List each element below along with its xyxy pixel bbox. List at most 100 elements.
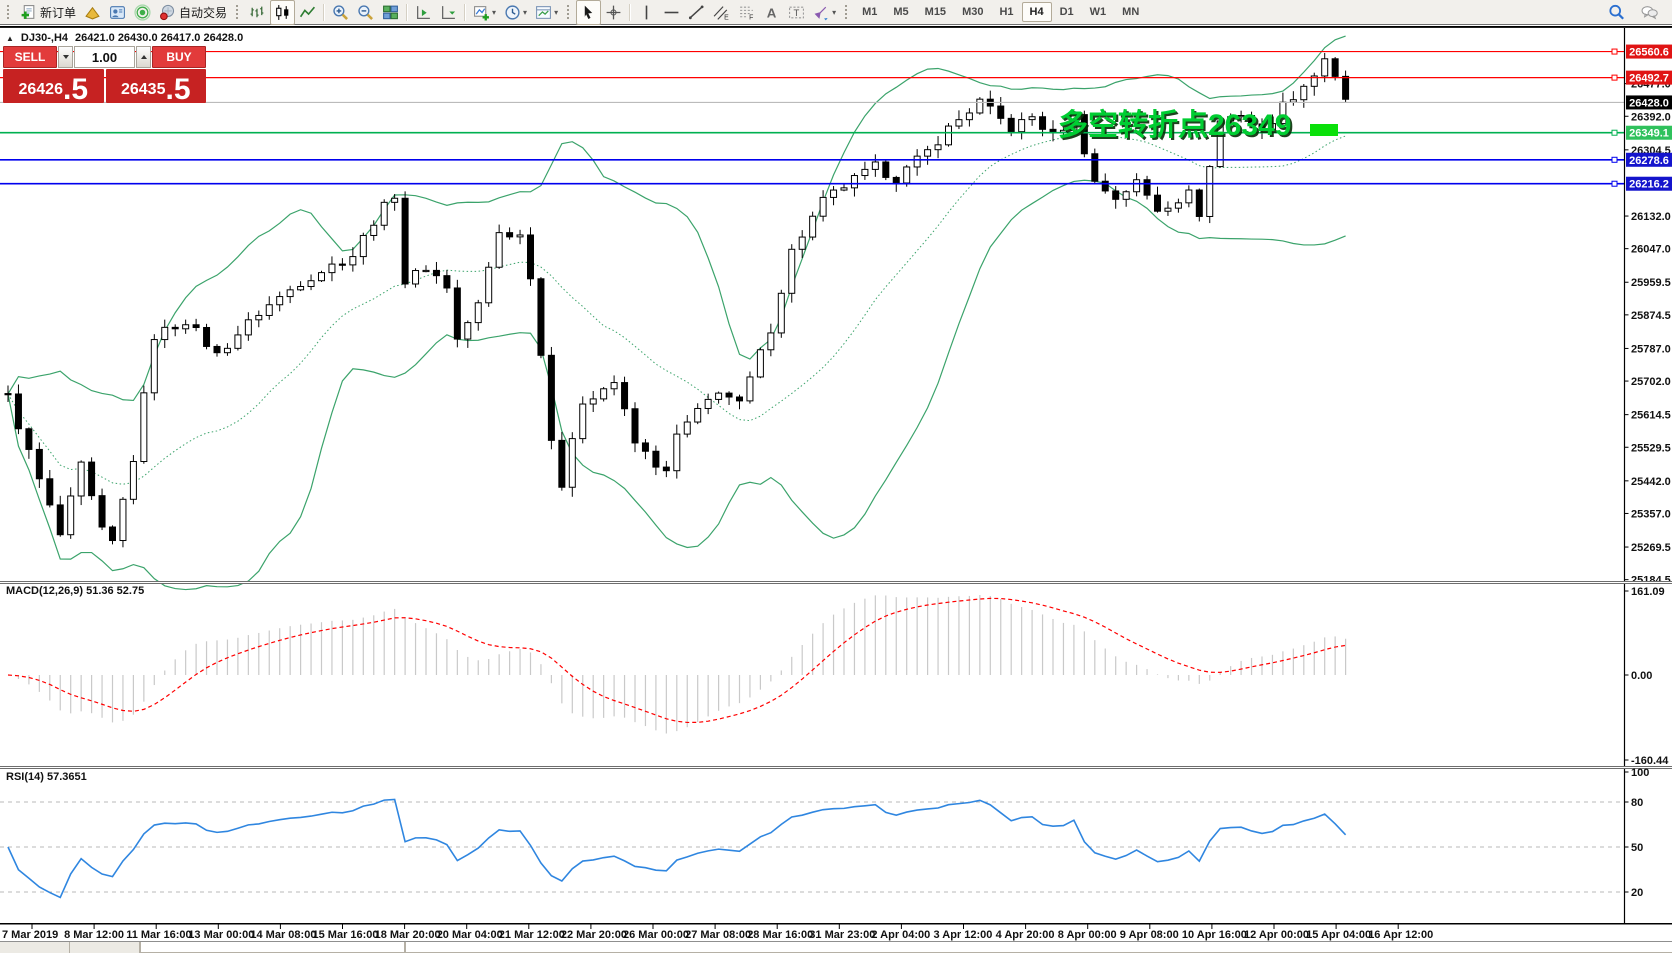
toolbar-separator bbox=[464, 4, 466, 21]
candle-body bbox=[507, 233, 513, 237]
dropdown-caret-icon[interactable]: ▾ bbox=[492, 8, 496, 17]
auto-scroll-icon[interactable] bbox=[436, 0, 461, 25]
dropdown-caret-icon[interactable]: ▾ bbox=[832, 8, 836, 17]
price-tick-label: 25442.0 bbox=[1631, 476, 1671, 488]
chat-icon[interactable] bbox=[1637, 0, 1662, 25]
ohlc-values: 26421.0 26430.0 26417.0 26428.0 bbox=[75, 32, 243, 44]
toolbar-grip[interactable] bbox=[235, 4, 240, 21]
time-label: 14 Mar 08:00 bbox=[250, 929, 316, 941]
vertical-line-icon[interactable] bbox=[634, 0, 659, 25]
chart-annotation-text[interactable]: 多空转折点26349 bbox=[1058, 100, 1291, 144]
time-label: 16 Apr 12:00 bbox=[1368, 929, 1433, 941]
equidistant-channel-icon[interactable]: E bbox=[709, 0, 734, 25]
volume-decrease-button[interactable] bbox=[58, 46, 73, 68]
text-icon[interactable]: A bbox=[759, 0, 784, 25]
crosshair-icon[interactable] bbox=[601, 0, 626, 25]
bar-chart-icon[interactable] bbox=[245, 0, 270, 25]
label-icon[interactable]: T bbox=[784, 0, 809, 25]
volume-increase-button[interactable] bbox=[136, 46, 151, 68]
sell-button[interactable]: SELL bbox=[3, 46, 57, 68]
periods-icon[interactable]: ▾ bbox=[500, 0, 531, 25]
toolbar-grip[interactable] bbox=[6, 4, 11, 21]
candle-body bbox=[904, 167, 910, 183]
candle-body bbox=[674, 434, 680, 471]
fibonacci-icon[interactable]: F bbox=[734, 0, 759, 25]
signals-icon[interactable] bbox=[130, 0, 155, 25]
profile-icon[interactable] bbox=[105, 0, 130, 25]
volume-input[interactable]: 1.00 bbox=[74, 46, 135, 68]
time-label: 12 Apr 00:00 bbox=[1244, 929, 1309, 941]
time-label: 28 Mar 16:00 bbox=[747, 929, 813, 941]
timeframe-MN[interactable]: MN bbox=[1114, 2, 1147, 22]
dropdown-caret-icon[interactable]: ▾ bbox=[554, 8, 558, 17]
timeframe-M30[interactable]: M30 bbox=[954, 2, 991, 22]
price-badge-label: 26216.2 bbox=[1629, 179, 1669, 191]
candle-body bbox=[601, 389, 607, 399]
line-handle[interactable] bbox=[1612, 49, 1617, 54]
candle-body bbox=[789, 249, 795, 293]
candle-body bbox=[413, 271, 419, 284]
zoom-in-icon[interactable] bbox=[328, 0, 353, 25]
candle-body bbox=[350, 257, 356, 265]
candle-body bbox=[214, 346, 220, 352]
line-handle[interactable] bbox=[1612, 130, 1617, 135]
candle-body bbox=[465, 323, 471, 339]
autotrading-icon[interactable]: 自动交易 bbox=[155, 0, 231, 25]
candle-chart-icon[interactable] bbox=[270, 0, 295, 25]
new-order-icon[interactable]: 新订单 bbox=[16, 0, 80, 25]
toolbar-grip[interactable] bbox=[566, 4, 571, 21]
time-label: 22 Mar 20:00 bbox=[561, 929, 627, 941]
price-chart[interactable]: 26477.026392.026304.526132.026047.025959… bbox=[0, 27, 1672, 942]
candle-body bbox=[580, 404, 586, 439]
zoom-out-icon[interactable] bbox=[353, 0, 378, 25]
collapse-icon[interactable]: ▲ bbox=[6, 34, 14, 43]
market-watch-icon[interactable] bbox=[80, 0, 105, 25]
dropdown-caret-icon[interactable]: ▾ bbox=[523, 8, 527, 17]
svg-text:T: T bbox=[794, 8, 800, 19]
candle-body bbox=[663, 467, 669, 471]
sell-price-display[interactable]: 26426.5 bbox=[3, 69, 104, 103]
price-badge-label: 26492.7 bbox=[1629, 73, 1669, 85]
arrows-icon[interactable]: ▾ bbox=[809, 0, 840, 25]
panel-divider[interactable] bbox=[0, 766, 1672, 767]
timeframe-W1[interactable]: W1 bbox=[1082, 2, 1115, 22]
candle-body bbox=[768, 333, 774, 350]
indicators-icon[interactable]: ▾ bbox=[469, 0, 500, 25]
trendline-icon[interactable] bbox=[684, 0, 709, 25]
timeframe-M15[interactable]: M15 bbox=[917, 2, 954, 22]
candle-body bbox=[99, 496, 105, 527]
timeframe-H1[interactable]: H1 bbox=[991, 2, 1021, 22]
buy-price-frac: .5 bbox=[165, 77, 190, 103]
candle-body bbox=[684, 422, 690, 434]
candle-body bbox=[454, 288, 460, 339]
chart-shift-icon[interactable] bbox=[411, 0, 436, 25]
buy-price-display[interactable]: 26435.5 bbox=[106, 69, 207, 103]
candle-body bbox=[528, 235, 534, 279]
sell-price-frac: .5 bbox=[63, 77, 88, 103]
timeframe-M5[interactable]: M5 bbox=[885, 2, 916, 22]
toolbar-separator bbox=[629, 4, 631, 21]
time-label: 31 Mar 23:00 bbox=[809, 929, 875, 941]
templates-icon[interactable]: ▾ bbox=[531, 0, 562, 25]
panel-divider bbox=[0, 768, 1672, 769]
buy-button[interactable]: BUY bbox=[152, 46, 206, 68]
timeframe-H4[interactable]: H4 bbox=[1022, 2, 1052, 22]
line-handle[interactable] bbox=[1612, 157, 1617, 162]
cursor-icon[interactable] bbox=[576, 0, 601, 25]
line-handle[interactable] bbox=[1612, 181, 1617, 186]
chart-annotation-bar[interactable] bbox=[1310, 124, 1338, 136]
candle-body bbox=[1165, 208, 1171, 211]
search-icon[interactable] bbox=[1604, 0, 1629, 25]
line-chart-icon[interactable] bbox=[295, 0, 320, 25]
toolbar-grip[interactable] bbox=[844, 4, 849, 21]
line-handle[interactable] bbox=[1612, 75, 1617, 80]
tile-windows-icon[interactable] bbox=[378, 0, 403, 25]
horizontal-line-icon[interactable] bbox=[659, 0, 684, 25]
candle-body bbox=[914, 156, 920, 167]
panel-divider[interactable] bbox=[0, 581, 1672, 582]
timeframe-D1[interactable]: D1 bbox=[1052, 2, 1082, 22]
price-tick-label: 25357.0 bbox=[1631, 508, 1671, 520]
price-badge-label: 26278.6 bbox=[1629, 155, 1669, 167]
timeframe-M1[interactable]: M1 bbox=[854, 2, 885, 22]
price-tick-label: 25874.5 bbox=[1631, 310, 1671, 322]
